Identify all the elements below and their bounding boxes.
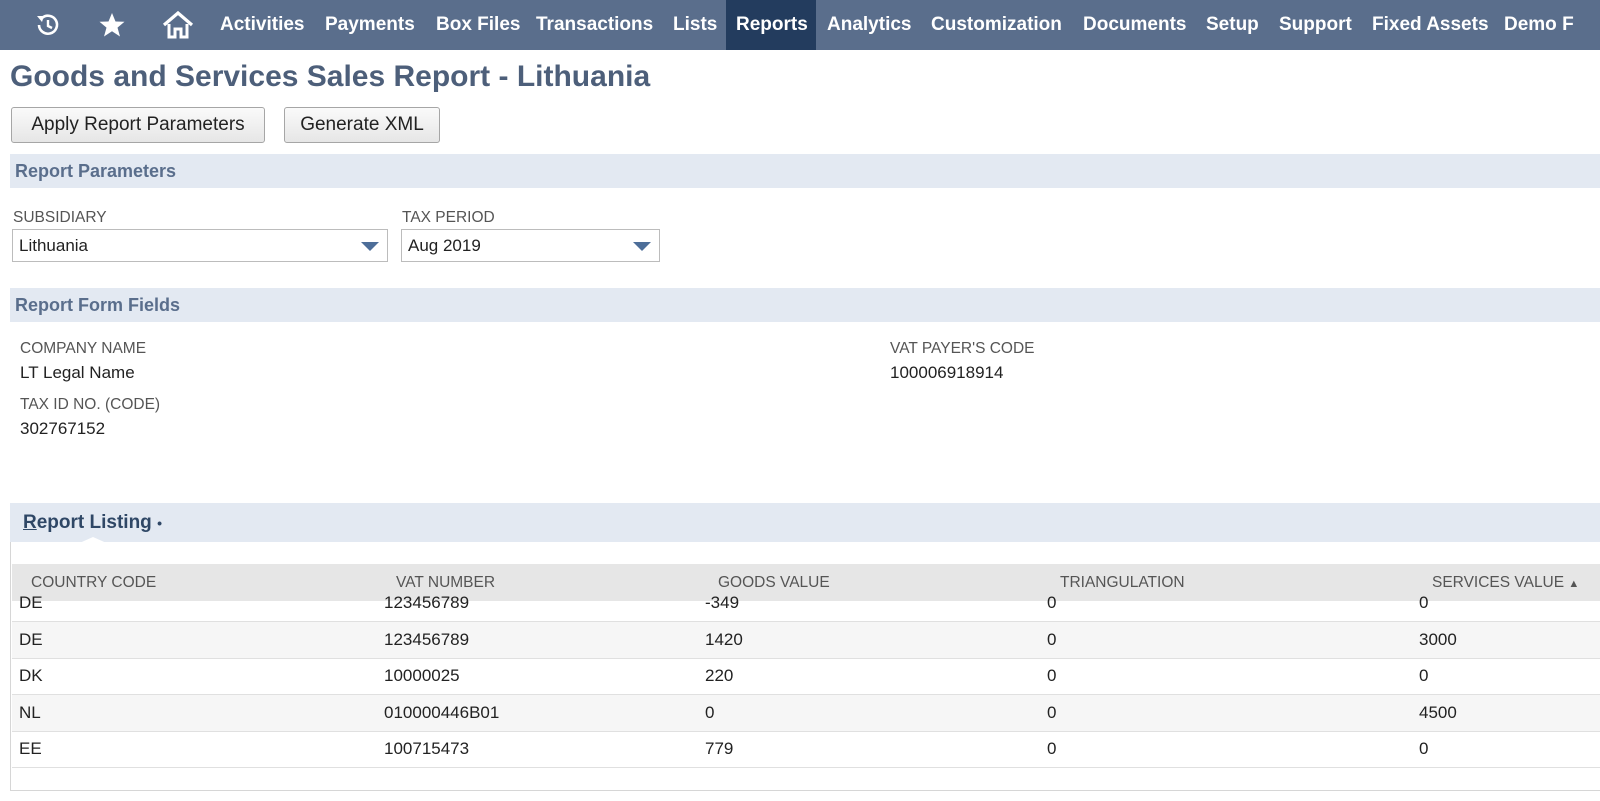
cell-goods-value: 779 [705,739,734,758]
company-name-value: LT Legal Name [20,363,135,382]
tab-dot: • [157,515,162,531]
report-form-fields-header: Report Form Fields [10,288,1600,322]
nav-payments[interactable]: Payments [315,0,425,50]
nav-reports[interactable]: Reports [726,0,816,50]
vat-payer-code-value: 100006918914 [890,363,1004,382]
cell-country-code: DK [19,666,43,685]
cell-vat-number: 123456789 [384,593,470,612]
cell-services-value: 4500 [1419,703,1457,722]
nav-setup[interactable]: Setup [1196,0,1269,50]
star-icon[interactable] [82,0,142,50]
cell-goods-value: 0 [705,703,715,722]
nav-transactions[interactable]: Transactions [526,0,663,50]
cell-services-value: 0 [1419,593,1429,612]
tax-id-label: TAX ID NO. (CODE) [20,396,161,413]
cell-vat-number: 010000446B01 [384,703,500,722]
cell-vat-number: 10000025 [384,666,460,685]
cell-services-value: 0 [1419,666,1429,685]
tab-access-key-letter: R [23,512,37,533]
page-title: Goods and Services Sales Report - Lithua… [10,60,651,93]
cell-triangulation: 0 [1047,666,1057,685]
table-row: DK 10000025 220 0 0 [12,658,1600,695]
table-row: NL 010000446B01 0 0 4500 [12,695,1600,732]
tab-label: eport Listing [36,512,152,533]
cell-services-value: 3000 [1419,630,1457,649]
recent-records-icon[interactable] [18,0,78,50]
cell-triangulation: 0 [1047,630,1057,649]
nav-demo[interactable]: Demo F [1494,0,1584,50]
nav-lists[interactable]: Lists [663,0,727,50]
cell-triangulation: 0 [1047,593,1057,612]
dropdown-arrow-icon[interactable] [361,242,379,251]
nav-activities[interactable]: Activities [210,0,314,50]
nav-box-files[interactable]: Box Files [426,0,530,50]
report-parameters-header: Report Parameters [10,154,1600,188]
report-listing-bar [10,503,1600,542]
cell-vat-number: 100715473 [384,739,470,758]
company-name-label: COMPANY NAME [20,340,147,357]
subsidiary-selected-value: Lithuania [19,236,89,255]
cell-country-code: DE [19,593,43,612]
cell-services-value: 0 [1419,739,1429,758]
subsidiary-select[interactable]: Lithuania [12,229,388,262]
cell-triangulation: 0 [1047,703,1057,722]
tax-period-label: TAX PERIOD [402,209,495,226]
cell-country-code: NL [19,703,41,722]
nav-analytics[interactable]: Analytics [817,0,921,50]
cell-vat-number: 123456789 [384,630,470,649]
cell-goods-value: 220 [705,666,734,685]
cell-country-code: DE [19,630,43,649]
home-icon[interactable] [148,0,208,50]
tax-id-value: 302767152 [20,419,106,438]
table-row: DE 123456789 1420 0 3000 [12,622,1600,659]
vat-payer-code-label: VAT PAYER'S CODE [890,340,1035,357]
nav-support[interactable]: Support [1269,0,1362,50]
dropdown-arrow-icon[interactable] [633,242,651,251]
table-row: DE 123456789 -349 0 0 [12,585,1600,622]
cell-triangulation: 0 [1047,739,1057,758]
cell-goods-value: 1420 [705,630,743,649]
generate-xml-button[interactable]: Generate XML [284,107,440,143]
top-navigation-bar: Activities Payments Box Files Transactio… [0,0,1600,50]
cell-country-code: EE [19,739,42,758]
nav-documents[interactable]: Documents [1073,0,1196,50]
tax-period-selected-value: Aug 2019 [408,236,481,255]
table-row: EE 100715473 779 0 0 [12,731,1600,768]
tax-period-select[interactable]: Aug 2019 [401,229,660,262]
apply-report-parameters-button[interactable]: Apply Report Parameters [11,107,265,143]
cell-goods-value: -349 [705,593,740,612]
subsidiary-label: SUBSIDIARY [13,209,107,226]
nav-fixed-assets[interactable]: Fixed Assets [1362,0,1499,50]
nav-customization[interactable]: Customization [921,0,1072,50]
